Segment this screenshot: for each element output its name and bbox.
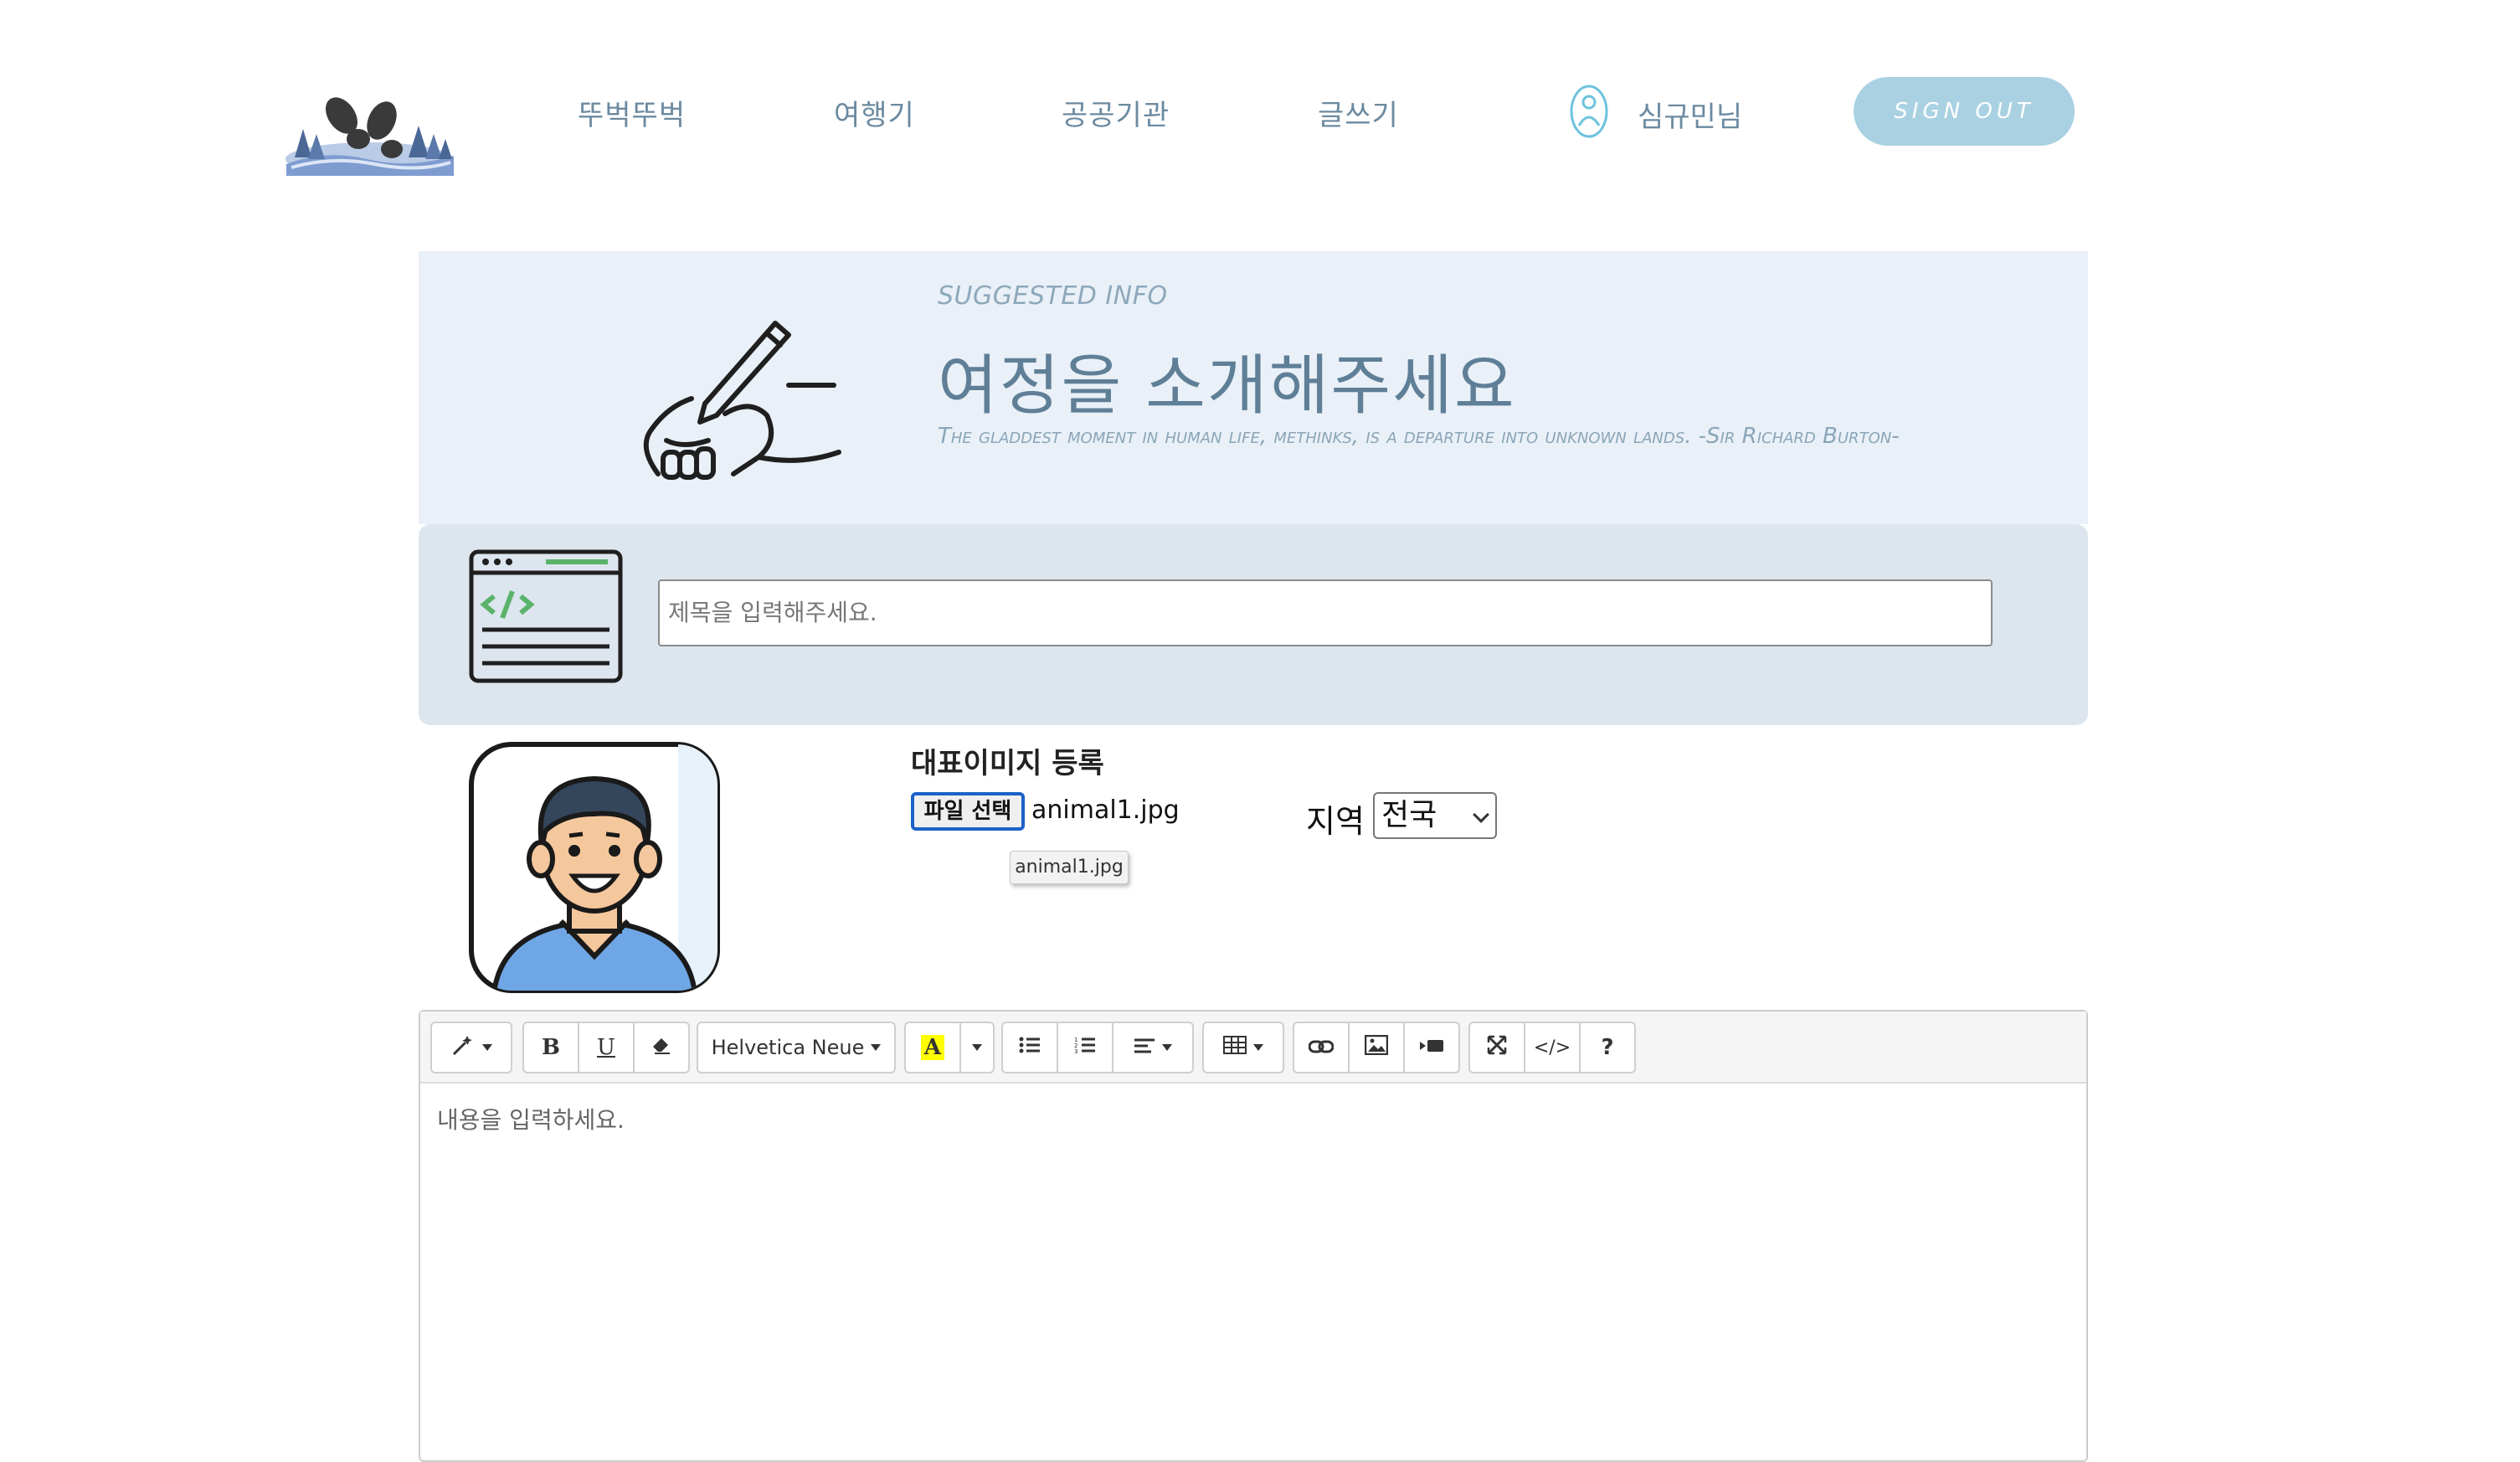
- unordered-list-button[interactable]: [1001, 1022, 1058, 1073]
- hero-banner: SUGGESTED INFO 여정을 소개해주세요 The gladdest m…: [419, 251, 2088, 524]
- ordered-list-button[interactable]: 123: [1057, 1022, 1113, 1073]
- help-button[interactable]: ?: [1579, 1022, 1636, 1073]
- region-selected-value: 전국: [1381, 798, 1437, 832]
- user-icon: [1569, 84, 1609, 139]
- chevron-down-icon: [1473, 806, 1489, 823]
- chevron-down-icon: [972, 1044, 982, 1051]
- region-select[interactable]: 전국: [1373, 792, 1497, 839]
- bold-button[interactable]: B: [522, 1022, 579, 1073]
- font-family-value: Helvetica Neue: [711, 1036, 865, 1059]
- nav-item-public-agency[interactable]: 공공기관: [1062, 92, 1170, 133]
- bold-icon: B: [542, 1035, 560, 1060]
- site-logo[interactable]: [283, 87, 455, 176]
- help-icon: ?: [1601, 1035, 1614, 1060]
- video-button[interactable]: [1403, 1022, 1460, 1073]
- region-label: 지역: [1306, 803, 1365, 840]
- selected-file-name: animal1.jpg: [1031, 795, 1180, 825]
- chevron-down-icon: [871, 1044, 882, 1051]
- nav-item-travelogue[interactable]: 여행기: [834, 92, 915, 133]
- table-icon: [1223, 1035, 1247, 1060]
- code-view-icon: </>: [1533, 1037, 1571, 1058]
- user-name: 심규민님: [1638, 100, 1743, 134]
- text-color-button[interactable]: A: [904, 1022, 961, 1073]
- sign-out-button[interactable]: SIGN OUT: [1854, 77, 2075, 146]
- unordered-list-icon: [1019, 1035, 1041, 1060]
- svg-text:3: 3: [1074, 1048, 1077, 1054]
- picture-icon: [1364, 1034, 1389, 1061]
- hero-quote: The gladdest moment in human life, methi…: [938, 424, 1900, 449]
- hero-title: 여정을 소개해주세요: [938, 348, 1516, 424]
- title-input[interactable]: 제목을 입력해주세요.: [658, 579, 1993, 646]
- rich-text-editor: B U Helvetica Neue A 123 </> ? 내용을 입력하세요…: [419, 1010, 2088, 1462]
- nav-item-ttubeok[interactable]: 뚜벅뚜벅: [578, 92, 686, 133]
- color-dropdown-button[interactable]: [959, 1022, 995, 1073]
- thumbnail-upload-label: 대표이미지 등록: [911, 747, 1104, 780]
- hero-subtitle: SUGGESTED INFO: [938, 281, 1168, 311]
- table-button[interactable]: [1202, 1022, 1284, 1073]
- code-view-button[interactable]: </>: [1524, 1022, 1581, 1073]
- code-window-icon: [469, 549, 623, 683]
- chevron-down-icon: [482, 1044, 492, 1051]
- underline-icon: U: [597, 1035, 615, 1060]
- top-navbar: 뚜벅뚜벅 여행기 공공기관 글쓰기 심규민님 SIGN OUT: [0, 0, 2520, 226]
- fullscreen-button[interactable]: [1468, 1022, 1525, 1073]
- eraser-icon: [651, 1035, 671, 1061]
- magic-wand-icon: [450, 1034, 476, 1062]
- nav-item-write[interactable]: 글쓰기: [1318, 92, 1399, 133]
- thumbnail-preview-avatar: [469, 742, 720, 993]
- writing-hand-icon: [633, 315, 847, 486]
- link-button[interactable]: [1293, 1022, 1350, 1073]
- editor-content-placeholder[interactable]: 내용을 입력하세요.: [437, 1102, 625, 1135]
- paragraph-align-button[interactable]: [1112, 1022, 1194, 1073]
- fullscreen-icon: [1487, 1035, 1507, 1061]
- ordered-list-icon: 123: [1074, 1035, 1096, 1060]
- text-color-icon: A: [920, 1035, 945, 1060]
- editor-toolbar: B U Helvetica Neue A 123 </> ?: [420, 1012, 2086, 1084]
- font-family-dropdown[interactable]: Helvetica Neue: [697, 1022, 896, 1073]
- link-icon: [1308, 1035, 1335, 1060]
- video-icon: [1419, 1035, 1444, 1060]
- clear-format-button[interactable]: [633, 1022, 690, 1073]
- picture-button[interactable]: [1348, 1022, 1405, 1073]
- paragraph-align-icon: [1134, 1035, 1155, 1060]
- file-select-button[interactable]: 파일 선택: [911, 792, 1025, 831]
- chevron-down-icon: [1253, 1044, 1263, 1051]
- underline-button[interactable]: U: [578, 1022, 635, 1073]
- chevron-down-icon: [1162, 1044, 1172, 1051]
- file-name-tooltip: animal1.jpg: [1010, 851, 1129, 884]
- style-button[interactable]: [430, 1022, 512, 1073]
- title-section: 제목을 입력해주세요.: [419, 524, 2088, 725]
